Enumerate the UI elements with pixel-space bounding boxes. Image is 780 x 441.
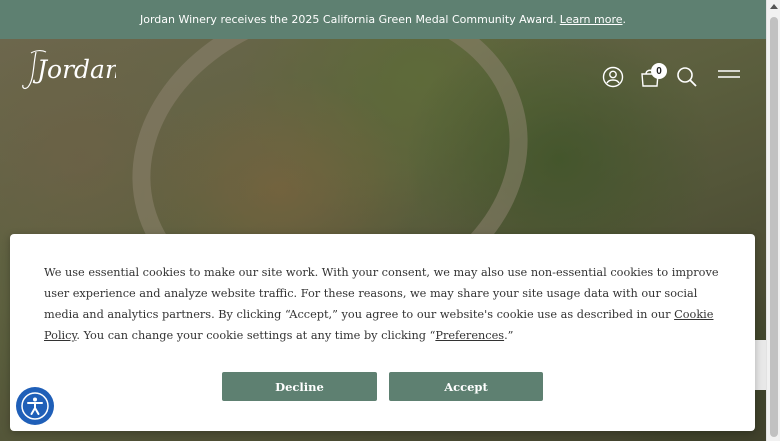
cookie-text-part-2: . You can change your cookie settings at… xyxy=(76,329,436,342)
announcement-text: Jordan Winery receives the 2025 Californ… xyxy=(139,13,557,26)
cart-count-badge: 0 xyxy=(651,63,667,79)
side-feedback-tab[interactable] xyxy=(755,340,766,390)
header-actions: 0 xyxy=(591,62,744,92)
scrollbar[interactable] xyxy=(766,0,780,441)
learn-more-link[interactable]: Learn more xyxy=(560,13,623,26)
accept-button[interactable]: Accept xyxy=(389,372,543,401)
cart-button[interactable]: 0 xyxy=(635,62,667,92)
account-icon xyxy=(602,66,624,88)
menu-icon xyxy=(718,70,740,78)
accessibility-button[interactable] xyxy=(13,384,57,428)
account-button[interactable] xyxy=(598,62,628,92)
search-icon xyxy=(677,67,697,87)
announcement-suffix: . xyxy=(622,13,627,26)
cookie-text-part-3: .” xyxy=(504,329,514,342)
cookie-text-part-1: We use essential cookies to make our sit… xyxy=(44,266,719,321)
accessibility-icon xyxy=(21,392,49,420)
accessibility-icon-wrap xyxy=(16,387,54,425)
announcement-bar: Jordan Winery receives the 2025 Californ… xyxy=(0,0,766,39)
jordan-logo[interactable]: Jordan xyxy=(22,48,121,92)
decline-button[interactable]: Decline xyxy=(222,372,377,401)
logo-text: Jordan xyxy=(32,55,116,84)
cookie-consent-dialog: We use essential cookies to make our sit… xyxy=(10,234,755,431)
cookie-message: We use essential cookies to make our sit… xyxy=(44,262,724,346)
scroll-thumb[interactable] xyxy=(770,17,778,437)
menu-button[interactable] xyxy=(714,62,744,92)
scroll-up-arrow-icon[interactable] xyxy=(770,4,778,9)
search-button[interactable] xyxy=(672,62,702,92)
preferences-link[interactable]: Preferences xyxy=(435,329,504,342)
